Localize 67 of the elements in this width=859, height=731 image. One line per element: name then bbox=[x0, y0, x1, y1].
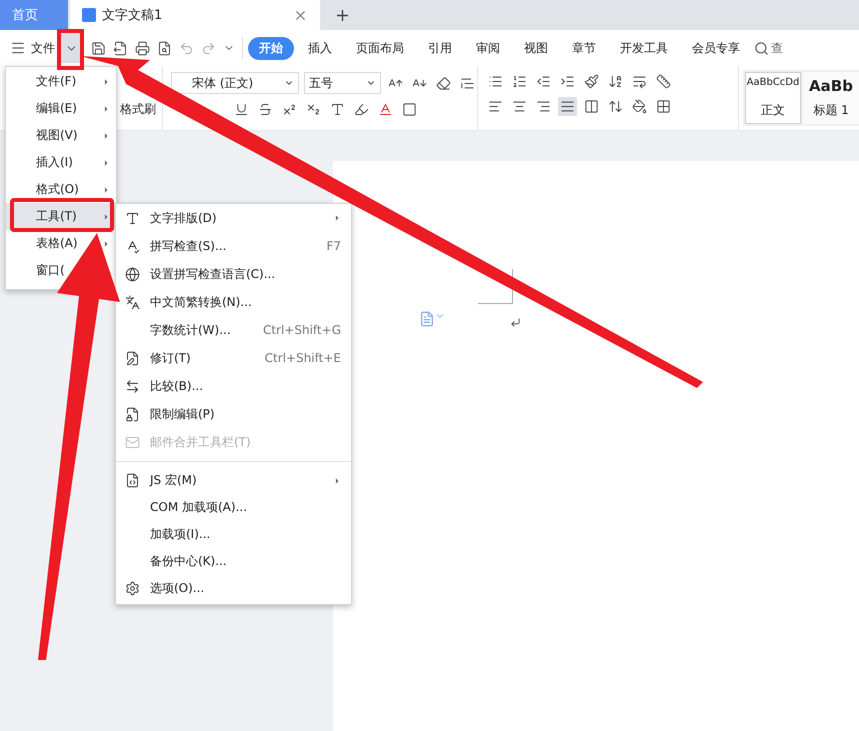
menu-item[interactable]: 格式(O) bbox=[6, 176, 116, 203]
ribbon-tab[interactable]: 插入 bbox=[308, 36, 332, 60]
style-preview: AaBb bbox=[809, 77, 853, 95]
ribbon-tab[interactable]: 审阅 bbox=[476, 36, 500, 60]
file-lock-icon bbox=[124, 406, 140, 422]
ribbon-tab[interactable]: 章节 bbox=[572, 36, 596, 60]
menu-item[interactable]: 视图(V) bbox=[6, 122, 116, 149]
languages-icon bbox=[124, 294, 140, 310]
submenu-item[interactable]: COM 加载项(A)... bbox=[116, 494, 351, 521]
menu-item[interactable]: 插入(I) bbox=[6, 149, 116, 176]
search-icon[interactable] bbox=[754, 40, 769, 56]
search-label[interactable]: 查 bbox=[771, 40, 783, 56]
mail-icon bbox=[124, 434, 140, 450]
style-label: 正文 bbox=[761, 102, 785, 119]
file-code-icon bbox=[124, 473, 140, 488]
return-mark-icon bbox=[510, 317, 521, 328]
file-menu-label[interactable]: 文件 bbox=[31, 40, 55, 56]
shortcut-label: Ctrl+Shift+E bbox=[264, 351, 341, 365]
document-logo-icon bbox=[82, 8, 96, 22]
shading-icon[interactable] bbox=[630, 97, 649, 116]
submenu-arrow-icon bbox=[102, 240, 110, 248]
style-card[interactable]: AaBb 标题 1 bbox=[803, 72, 859, 124]
submenu-item[interactable]: 修订(T) Ctrl+Shift+E bbox=[116, 344, 351, 372]
submenu-item[interactable]: 加载项(I)... bbox=[116, 521, 351, 548]
submenu-arrow-icon bbox=[102, 212, 110, 220]
submenu-arrow-icon bbox=[102, 78, 110, 86]
ribbon-tab[interactable]: 视图 bbox=[524, 36, 548, 60]
dropdown-button[interactable] bbox=[61, 33, 81, 63]
paint-brush-icon[interactable] bbox=[582, 72, 601, 91]
document-tab[interactable]: 文字文稿1 bbox=[70, 0, 320, 30]
settings-icon bbox=[124, 581, 140, 596]
style-card[interactable]: AaBbCcDd 正文 bbox=[745, 72, 801, 124]
submenu-arrow-icon bbox=[102, 132, 110, 140]
format-painter-label[interactable]: 格式刷 bbox=[120, 101, 156, 118]
submenu-arrow-icon bbox=[102, 186, 110, 194]
file-pen-icon bbox=[124, 350, 140, 366]
menu-item[interactable]: 编辑(E) bbox=[6, 95, 116, 122]
submenu-arrow-icon bbox=[102, 158, 110, 166]
submenu-item[interactable]: 设置拼写检查语言(C)... bbox=[116, 260, 351, 288]
submenu-item[interactable]: 限制编辑(P) bbox=[116, 400, 351, 428]
ribbon-tab[interactable]: 开发工具 bbox=[620, 36, 668, 60]
font-size-field[interactable]: 五号 bbox=[304, 72, 381, 94]
ribbon-tab[interactable]: 会员专享 bbox=[692, 36, 740, 60]
submenu-item[interactable]: 中文简繁转换(N)... bbox=[116, 288, 351, 316]
style-label: 标题 1 bbox=[813, 102, 849, 119]
submenu-arrow-icon bbox=[102, 104, 110, 112]
highlight-frame bbox=[57, 29, 84, 70]
submenu-item[interactable]: 比较(B)... bbox=[116, 372, 351, 400]
submenu-item[interactable]: 拼写检查(S)... F7 bbox=[116, 232, 351, 260]
submenu-item[interactable]: 选项(O)... bbox=[116, 575, 351, 602]
menu-item[interactable]: 文件(F) bbox=[6, 68, 116, 95]
font-field[interactable]: 宋体 (正文) bbox=[171, 72, 300, 94]
shortcut-label: Ctrl+Shift+G bbox=[262, 323, 341, 337]
ruler-icon[interactable] bbox=[654, 72, 673, 91]
shortcut-label: F7 bbox=[326, 239, 341, 253]
submenu-item[interactable]: JS 宏(M) bbox=[116, 467, 351, 494]
style-preview: AaBbCcDd bbox=[746, 77, 800, 88]
submenu-item[interactable]: 备份中心(K)... bbox=[116, 548, 351, 575]
ribbon-tab[interactable]: 开始 bbox=[248, 36, 294, 60]
ribbon-tab[interactable]: 页面布局 bbox=[356, 36, 404, 60]
submenu-item[interactable]: 文字排版(D) bbox=[116, 204, 351, 232]
align-justify-icon[interactable] bbox=[558, 97, 577, 116]
ribbon-tab[interactable]: 引用 bbox=[428, 36, 452, 60]
menu-item[interactable]: 表格(A) bbox=[6, 230, 116, 257]
submenu-item[interactable]: 字数统计(W)... Ctrl+Shift+G bbox=[116, 316, 351, 344]
arrows-icon bbox=[124, 378, 140, 394]
globe-icon bbox=[124, 266, 140, 282]
